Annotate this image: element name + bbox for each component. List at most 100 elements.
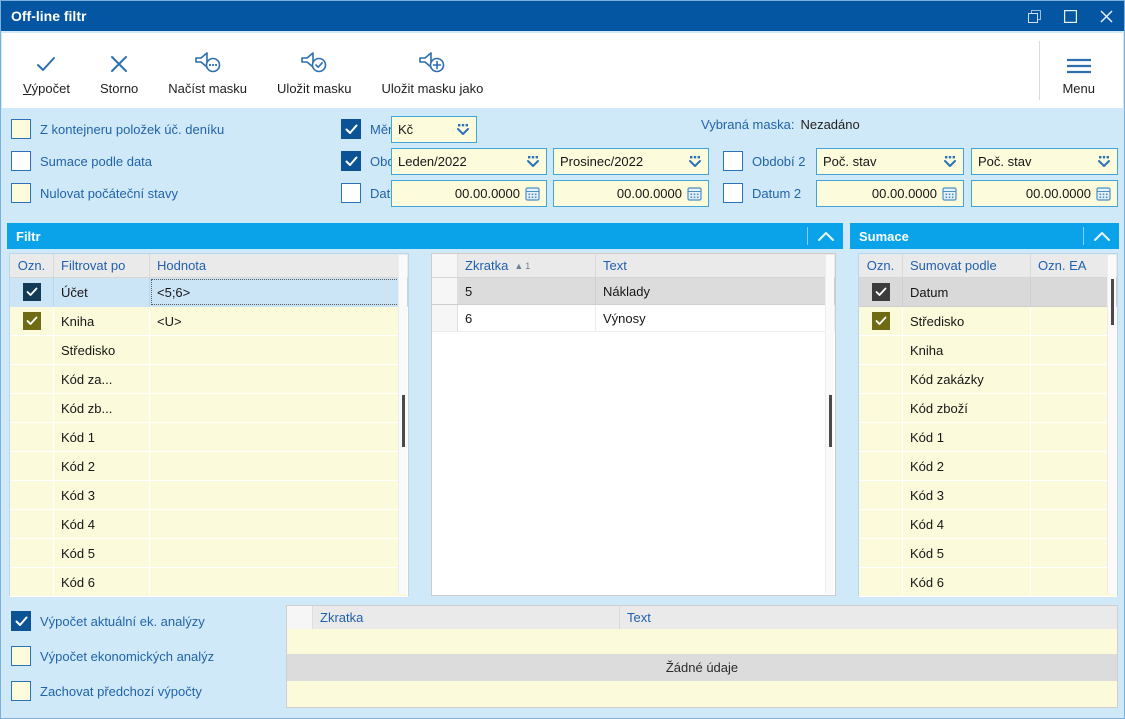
checkbox-z-kontejneru[interactable]: Z kontejneru položek úč. deníku — [11, 117, 224, 141]
checkbox-box[interactable] — [341, 119, 361, 139]
calendar-icon[interactable] — [942, 186, 957, 201]
filtr-scrollbar[interactable] — [398, 255, 407, 594]
sumace-row-ea[interactable] — [1031, 539, 1117, 567]
filtr-table-header[interactable]: Ozn. Filtrovat po Hodnota — [10, 254, 408, 278]
column-header-ozn-ea[interactable]: Ozn. EA — [1031, 254, 1117, 277]
collapse-chevron-icon[interactable] — [807, 227, 834, 245]
checkbox-box[interactable] — [11, 119, 31, 139]
sumace-row-kod-zbozi[interactable]: Kód zboží — [859, 394, 1117, 423]
filtr-row-value[interactable] — [150, 452, 408, 480]
storno-button[interactable]: Storno — [85, 33, 153, 108]
nacist-masku-button[interactable]: Načíst masku — [153, 33, 262, 108]
sumace-row-ea[interactable] — [1031, 394, 1117, 422]
mena-dropdown[interactable]: Kč — [391, 116, 477, 143]
checkbox-vypocet-aktualni[interactable]: Výpočet aktuální ek. analýzy — [11, 609, 205, 633]
sumace-row-ea[interactable] — [1031, 452, 1117, 480]
restore-button[interactable] — [1016, 1, 1052, 31]
checkbox-box[interactable] — [11, 611, 31, 631]
checkbox-sumace-podle-data[interactable]: Sumace podle data — [11, 149, 152, 173]
row-checkbox-checked[interactable] — [871, 283, 890, 301]
checkbox-box[interactable] — [341, 183, 361, 203]
filtr-row-kod1[interactable]: Kód 1 — [10, 423, 408, 452]
sumace-row-kod1[interactable]: Kód 1 — [859, 423, 1117, 452]
datum-from-field[interactable]: 00.00.0000 — [391, 180, 547, 207]
filtr-row-kod-zakazky[interactable]: Kód za... — [10, 365, 408, 394]
sumace-row-kod6[interactable]: Kód 6 — [859, 568, 1117, 597]
sumace-scrollbar[interactable] — [1107, 255, 1116, 594]
checkbox-nulovat-stavy[interactable]: Nulovat počáteční stavy — [11, 181, 178, 205]
filtr-row-kod5[interactable]: Kód 5 — [10, 539, 408, 568]
sumace-row-ea[interactable] — [1031, 481, 1117, 509]
filtr-row-value[interactable] — [150, 423, 408, 451]
zkratka-row-6[interactable]: 6 Výnosy — [432, 305, 835, 332]
column-header-ozn[interactable]: Ozn. — [859, 254, 903, 277]
filtr-row-value[interactable] — [150, 394, 408, 422]
column-header-text[interactable]: Text — [596, 254, 835, 277]
checkbox-box[interactable] — [723, 151, 743, 171]
sumace-row-ea[interactable] — [1031, 336, 1117, 364]
filtr-row-value[interactable] — [150, 481, 408, 509]
zkratka-scrollbar[interactable] — [825, 255, 834, 594]
row-checkbox-checked[interactable] — [22, 283, 41, 301]
obdobi-to-dropdown[interactable]: Prosinec/2022 — [553, 148, 709, 175]
calendar-icon[interactable] — [687, 186, 702, 201]
filtr-row-value[interactable] — [150, 568, 408, 596]
zkratka-cell[interactable]: 6 — [458, 305, 596, 331]
zkratka-table-header[interactable]: Zkratka ▲ 1 Text — [432, 254, 835, 278]
sumace-row-kod2[interactable]: Kód 2 — [859, 452, 1117, 481]
sumace-row-ea[interactable] — [1031, 278, 1117, 306]
sumace-row-ea[interactable] — [1031, 510, 1117, 538]
filtr-row-kod4[interactable]: Kód 4 — [10, 510, 408, 539]
filtr-row-kod-zbozi[interactable]: Kód zb... — [10, 394, 408, 423]
checkbox-datum2[interactable]: Datum 2 — [723, 181, 801, 205]
checkbox-vypocet-ekonomickych[interactable]: Výpočet ekonomických analýz — [11, 644, 214, 668]
row-checkbox-checked[interactable] — [22, 312, 41, 330]
sumace-row-ea[interactable] — [1031, 423, 1117, 451]
ulozit-masku-button[interactable]: Uložit masku — [262, 33, 366, 108]
vypocet-button[interactable]: Výpočet — [8, 33, 85, 108]
datum-to-field[interactable]: 00.00.0000 — [553, 180, 709, 207]
filtr-row-kod3[interactable]: Kód 3 — [10, 481, 408, 510]
filtr-row-value[interactable] — [150, 539, 408, 567]
titlebar[interactable]: Off-line filtr — [1, 1, 1124, 31]
checkbox-box[interactable] — [11, 681, 31, 701]
row-checkbox-checked[interactable] — [871, 312, 890, 330]
filtr-row-value[interactable]: <U> — [150, 307, 408, 335]
checkbox-box[interactable] — [11, 646, 31, 666]
checkbox-box[interactable] — [723, 183, 743, 203]
column-header-text[interactable]: Text — [620, 606, 1117, 629]
scrollbar-thumb[interactable] — [402, 395, 405, 447]
calendar-icon[interactable] — [1096, 186, 1111, 201]
text-cell[interactable]: Náklady — [596, 278, 835, 304]
sumace-row-ea[interactable] — [1031, 307, 1117, 335]
column-header-filtrovat-po[interactable]: Filtrovat po — [54, 254, 150, 277]
filtr-row-ucet[interactable]: Účet <5;6> — [10, 278, 408, 307]
column-header-sumovat-podle[interactable]: Sumovat podle — [903, 254, 1031, 277]
column-header-zkratka[interactable]: Zkratka — [313, 606, 620, 629]
sumace-row-kniha[interactable]: Kniha — [859, 336, 1117, 365]
obdobi-from-dropdown[interactable]: Leden/2022 — [391, 148, 547, 175]
checkbox-box[interactable] — [11, 183, 31, 203]
filtr-row-kod2[interactable]: Kód 2 — [10, 452, 408, 481]
filtr-row-value[interactable] — [150, 336, 408, 364]
filtr-row-stredisko[interactable]: Středisko — [10, 336, 408, 365]
column-header-hodnota[interactable]: Hodnota — [150, 254, 408, 277]
sumace-row-kod4[interactable]: Kód 4 — [859, 510, 1117, 539]
scrollbar-thumb[interactable] — [829, 395, 832, 447]
filtr-row-kod6[interactable]: Kód 6 — [10, 568, 408, 597]
filtr-row-kniha[interactable]: Kniha <U> — [10, 307, 408, 336]
text-cell[interactable]: Výnosy — [596, 305, 835, 331]
collapse-chevron-icon[interactable] — [1083, 227, 1110, 245]
column-header-zkratka[interactable]: Zkratka ▲ 1 — [458, 254, 596, 277]
sumace-row-kod3[interactable]: Kód 3 — [859, 481, 1117, 510]
datum2-from-field[interactable]: 00.00.0000 — [816, 180, 964, 207]
filtr-row-value[interactable] — [150, 510, 408, 538]
sumace-row-stredisko[interactable]: Středisko — [859, 307, 1117, 336]
calendar-icon[interactable] — [525, 186, 540, 201]
menu-button[interactable]: Menu — [1040, 33, 1117, 108]
scrollbar-thumb[interactable] — [1111, 279, 1114, 325]
column-header-ozn[interactable]: Ozn. — [10, 254, 54, 277]
ulozit-masku-jako-button[interactable]: Uložit masku jako — [366, 33, 498, 108]
obdobi2-from-dropdown[interactable]: Poč. stav — [816, 148, 964, 175]
sumace-table-header[interactable]: Ozn. Sumovat podle Ozn. EA — [859, 254, 1117, 278]
